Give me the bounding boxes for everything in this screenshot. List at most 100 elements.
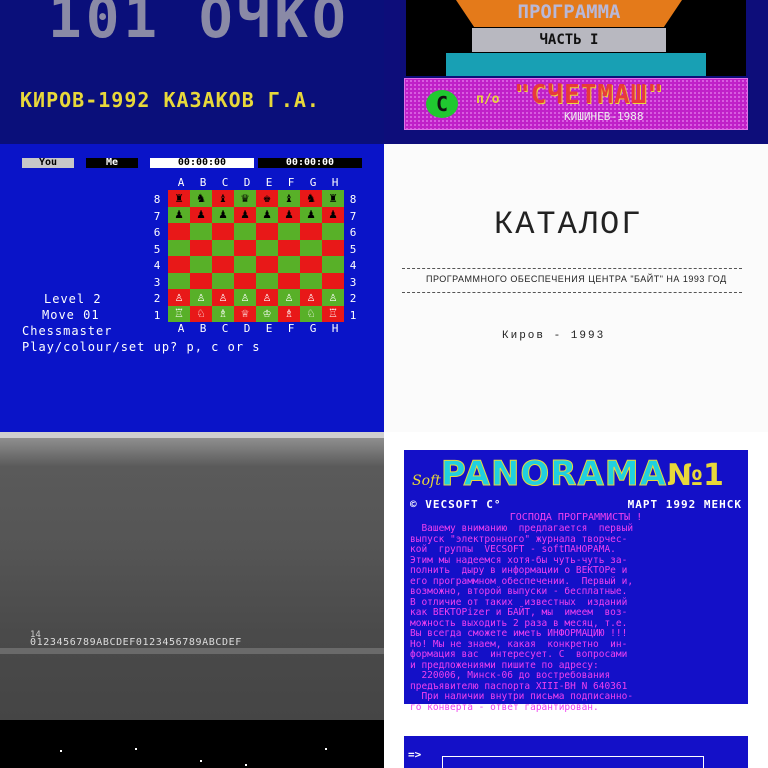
chess-piece-icon[interactable]: ♕ [241, 307, 249, 320]
board-square[interactable] [300, 239, 322, 256]
chess-piece-icon[interactable]: ♙ [329, 291, 337, 304]
chess-piece-icon[interactable]: ♟ [285, 208, 293, 221]
board-square[interactable]: ♞ [190, 190, 212, 207]
board-square[interactable]: ♜ [168, 190, 190, 207]
board-square[interactable]: ♟ [168, 206, 190, 223]
board-square[interactable] [278, 223, 300, 240]
board-square[interactable] [256, 256, 278, 273]
chess-piece-icon[interactable]: ♞ [307, 192, 315, 205]
board-square[interactable]: ♟ [234, 206, 256, 223]
chess-piece-icon[interactable]: ♙ [219, 291, 227, 304]
chess-piece-icon[interactable]: ♝ [219, 192, 227, 205]
chess-piece-icon[interactable]: ♟ [329, 208, 337, 221]
board-square[interactable]: ♘ [300, 305, 322, 322]
board-square[interactable] [234, 239, 256, 256]
board-square[interactable]: ♟ [212, 206, 234, 223]
board-square[interactable] [190, 272, 212, 289]
board-square[interactable] [322, 256, 344, 273]
chess-piece-icon[interactable]: ♟ [263, 208, 271, 221]
board-square[interactable] [322, 223, 344, 240]
board-square[interactable]: ♖ [168, 305, 190, 322]
chess-piece-icon[interactable]: ♙ [285, 291, 293, 304]
board-square[interactable]: ♗ [212, 305, 234, 322]
board-square[interactable] [278, 256, 300, 273]
board-square[interactable]: ♟ [300, 206, 322, 223]
chess-piece-icon[interactable]: ♟ [307, 208, 315, 221]
chess-piece-icon[interactable]: ♟ [241, 208, 249, 221]
board-square[interactable] [190, 239, 212, 256]
chess-piece-icon[interactable]: ♙ [263, 291, 271, 304]
board-square[interactable]: ♙ [322, 289, 344, 306]
board-square[interactable] [168, 239, 190, 256]
chess-piece-icon[interactable]: ♗ [285, 307, 293, 320]
board-square[interactable] [190, 223, 212, 240]
board-square[interactable] [168, 256, 190, 273]
chess-piece-icon[interactable]: ♔ [263, 307, 271, 320]
board-square[interactable] [168, 272, 190, 289]
chess-piece-icon[interactable]: ♗ [219, 307, 227, 320]
board-square[interactable]: ♞ [300, 190, 322, 207]
board-square[interactable]: ♜ [322, 190, 344, 207]
chess-piece-icon[interactable]: ♖ [175, 307, 183, 320]
board-square[interactable] [278, 272, 300, 289]
chess-piece-icon[interactable]: ♞ [197, 192, 205, 205]
board-square[interactable] [234, 272, 256, 289]
chess-piece-icon[interactable]: ♛ [241, 192, 249, 205]
board-square[interactable]: ♟ [256, 206, 278, 223]
board-square[interactable] [256, 272, 278, 289]
board-square[interactable] [212, 239, 234, 256]
board-square[interactable]: ♟ [190, 206, 212, 223]
board-square[interactable]: ♙ [234, 289, 256, 306]
chess-piece-icon[interactable]: ♟ [197, 208, 205, 221]
chess-piece-icon[interactable]: ♘ [197, 307, 205, 320]
board-square[interactable] [256, 239, 278, 256]
board-square[interactable] [212, 223, 234, 240]
board-square[interactable]: ♟ [322, 206, 344, 223]
board-square[interactable]: ♗ [278, 305, 300, 322]
board-square[interactable]: ♛ [234, 190, 256, 207]
board-square[interactable]: ♙ [212, 289, 234, 306]
board-square[interactable] [322, 272, 344, 289]
chess-piece-icon[interactable]: ♙ [307, 291, 315, 304]
chess-piece-icon[interactable]: ♘ [307, 307, 315, 320]
board-square[interactable]: ♚ [256, 190, 278, 207]
file-label: G [309, 322, 317, 335]
po-label: п/о [476, 92, 500, 107]
board-square[interactable]: ♕ [234, 305, 256, 322]
menu-box[interactable] [442, 756, 704, 768]
chess-piece-icon[interactable]: ♝ [285, 192, 293, 205]
chess-piece-icon[interactable]: ♜ [175, 192, 183, 205]
chess-board[interactable]: ♜ ♞ ♝ ♛ ♚ ♝ ♞ ♜ ♟ ♟ ♟ ♟ ♟ ♟ ♟ ♟ ♙ ♙ ♙ ♙ ♙ ♙ ♙ ♙ ♖ ♘ ♗ ♕ ♔ ♗ ♘ ♖ [168, 190, 344, 322]
board-square[interactable]: ♝ [278, 190, 300, 207]
board-square[interactable]: ♙ [300, 289, 322, 306]
board-square[interactable] [300, 256, 322, 273]
board-square[interactable] [190, 256, 212, 273]
board-square[interactable]: ♖ [322, 305, 344, 322]
board-square[interactable] [278, 239, 300, 256]
board-square[interactable]: ♙ [168, 289, 190, 306]
chess-piece-icon[interactable]: ♟ [175, 208, 183, 221]
board-square[interactable]: ♔ [256, 305, 278, 322]
board-square[interactable] [212, 256, 234, 273]
board-square[interactable] [300, 223, 322, 240]
chess-piece-icon[interactable]: ♟ [219, 208, 227, 221]
board-square[interactable] [256, 223, 278, 240]
board-square[interactable]: ♙ [256, 289, 278, 306]
board-square[interactable]: ♝ [212, 190, 234, 207]
chess-piece-icon[interactable]: ♚ [263, 192, 271, 205]
board-square[interactable]: ♘ [190, 305, 212, 322]
chess-piece-icon[interactable]: ♙ [241, 291, 249, 304]
board-square[interactable] [168, 223, 190, 240]
chess-piece-icon[interactable]: ♙ [175, 291, 183, 304]
board-square[interactable] [212, 272, 234, 289]
board-square[interactable]: ♙ [190, 289, 212, 306]
board-square[interactable] [234, 223, 256, 240]
board-square[interactable]: ♙ [278, 289, 300, 306]
board-square[interactable] [234, 256, 256, 273]
board-square[interactable]: ♟ [278, 206, 300, 223]
chess-piece-icon[interactable]: ♙ [197, 291, 205, 304]
chess-piece-icon[interactable]: ♖ [329, 307, 337, 320]
chess-piece-icon[interactable]: ♜ [329, 192, 337, 205]
board-square[interactable] [322, 239, 344, 256]
board-square[interactable] [300, 272, 322, 289]
